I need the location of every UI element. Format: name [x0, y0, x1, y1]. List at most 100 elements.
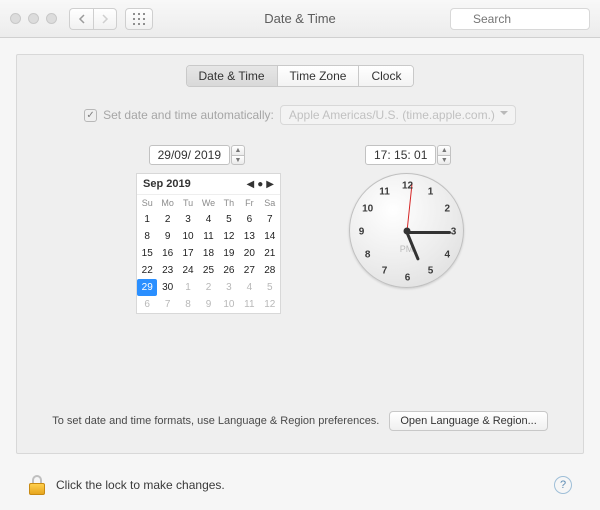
calendar-day[interactable]: 3 — [219, 279, 239, 296]
chevron-left-icon — [78, 14, 86, 24]
clock-number: 5 — [428, 266, 434, 277]
weekday-header: Th — [219, 195, 239, 211]
lock-icon[interactable] — [28, 475, 46, 495]
titlebar: Date & Time — [0, 0, 600, 38]
chevron-right-icon — [101, 14, 109, 24]
weekday-header: Mo — [157, 195, 177, 211]
calendar-prev-icon[interactable]: ◀ — [247, 179, 255, 190]
calendar-day[interactable]: 8 — [178, 296, 198, 313]
calendar-day[interactable]: 20 — [239, 245, 259, 262]
calendar-day[interactable]: 12 — [219, 228, 239, 245]
calendar-title: Sep 2019 — [143, 178, 191, 190]
calendar-day[interactable]: 9 — [157, 228, 177, 245]
show-all-button[interactable] — [125, 8, 153, 30]
weekday-header: Tu — [178, 195, 198, 211]
grid-icon — [133, 13, 145, 25]
date-field[interactable]: 29/09/ 2019 — [149, 145, 230, 165]
calendar-day[interactable]: 28 — [260, 262, 280, 279]
close-dot[interactable] — [10, 13, 21, 24]
calendar-day[interactable]: 5 — [219, 211, 239, 228]
tab-date-time[interactable]: Date & Time — [187, 66, 278, 86]
calendar-day[interactable]: 13 — [239, 228, 259, 245]
calendar[interactable]: Sep 2019 ◀ ● ▶ SuMoTuWeThFrSa12345678910… — [136, 173, 281, 314]
time-step-up[interactable]: ▲ — [437, 145, 451, 155]
calendar-day[interactable]: 30 — [157, 279, 177, 296]
back-button[interactable] — [69, 8, 93, 30]
calendar-day[interactable]: 16 — [157, 245, 177, 262]
search-input[interactable] — [450, 8, 590, 30]
calendar-day[interactable]: 11 — [239, 296, 259, 313]
calendar-day[interactable]: 7 — [260, 211, 280, 228]
preferences-panel: Date & TimeTime ZoneClock ✓ Set date and… — [16, 54, 584, 454]
calendar-day[interactable]: 29 — [137, 279, 157, 296]
calendar-day[interactable]: 8 — [137, 228, 157, 245]
calendar-day[interactable]: 10 — [219, 296, 239, 313]
tab-clock[interactable]: Clock — [359, 66, 413, 86]
content: Date & TimeTime ZoneClock ✓ Set date and… — [0, 38, 600, 510]
clock-number: 2 — [445, 203, 451, 214]
clock-number: 10 — [362, 203, 373, 214]
help-button[interactable]: ? — [554, 476, 572, 494]
calendar-grid: SuMoTuWeThFrSa12345678910111213141516171… — [137, 195, 280, 313]
calendar-day[interactable]: 1 — [178, 279, 198, 296]
time-stepper: 17: 15: 01 ▲ ▼ — [365, 145, 451, 165]
calendar-day[interactable]: 22 — [137, 262, 157, 279]
format-text: To set date and time formats, use Langua… — [52, 415, 379, 427]
lock-text: Click the lock to make changes. — [56, 478, 225, 492]
search-wrap — [450, 8, 590, 30]
calendar-day[interactable]: 4 — [239, 279, 259, 296]
clock-number: 1 — [428, 186, 434, 197]
date-step-up[interactable]: ▲ — [231, 145, 245, 155]
tabs-segmented: Date & TimeTime ZoneClock — [186, 65, 415, 87]
calendar-day[interactable]: 7 — [157, 296, 177, 313]
calendar-day[interactable]: 18 — [198, 245, 218, 262]
calendar-day[interactable]: 15 — [137, 245, 157, 262]
calendar-day[interactable]: 3 — [178, 211, 198, 228]
calendar-day[interactable]: 21 — [260, 245, 280, 262]
calendar-day[interactable]: 11 — [198, 228, 218, 245]
calendar-day[interactable]: 14 — [260, 228, 280, 245]
calendar-day[interactable]: 4 — [198, 211, 218, 228]
calendar-day[interactable]: 2 — [198, 279, 218, 296]
time-field[interactable]: 17: 15: 01 — [365, 145, 436, 165]
calendar-day[interactable]: 10 — [178, 228, 198, 245]
footer: Click the lock to make changes. ? — [16, 460, 584, 510]
window-controls — [10, 13, 57, 24]
calendar-day[interactable]: 5 — [260, 279, 280, 296]
date-step-down[interactable]: ▼ — [231, 155, 245, 165]
weekday-header: Sa — [260, 195, 280, 211]
clock-number: 6 — [405, 272, 411, 283]
calendar-day[interactable]: 1 — [137, 211, 157, 228]
calendar-day[interactable]: 17 — [178, 245, 198, 262]
calendar-day[interactable]: 26 — [219, 262, 239, 279]
clock-number: 11 — [379, 186, 390, 197]
calendar-day[interactable]: 9 — [198, 296, 218, 313]
calendar-day[interactable]: 25 — [198, 262, 218, 279]
open-language-region-button[interactable]: Open Language & Region... — [389, 411, 547, 431]
auto-set-checkbox[interactable]: ✓ — [84, 109, 97, 122]
calendar-next-icon[interactable]: ▶ — [266, 179, 274, 190]
calendar-day[interactable]: 27 — [239, 262, 259, 279]
calendar-day[interactable]: 6 — [239, 211, 259, 228]
clock-number: 3 — [451, 226, 457, 237]
calendar-day[interactable]: 24 — [178, 262, 198, 279]
forward-button[interactable] — [93, 8, 117, 30]
calendar-day[interactable]: 2 — [157, 211, 177, 228]
calendar-today-icon[interactable]: ● — [257, 179, 263, 190]
calendar-day[interactable]: 12 — [260, 296, 280, 313]
time-server-dropdown[interactable]: Apple Americas/U.S. (time.apple.com.) — [280, 105, 516, 125]
calendar-day[interactable]: 23 — [157, 262, 177, 279]
zoom-dot[interactable] — [46, 13, 57, 24]
format-row: To set date and time formats, use Langua… — [17, 411, 583, 431]
calendar-nav: ◀ ● ▶ — [247, 179, 274, 190]
tab-time-zone[interactable]: Time Zone — [278, 66, 360, 86]
minimize-dot[interactable] — [28, 13, 39, 24]
clock-number: 9 — [359, 226, 365, 237]
window-title: Date & Time — [264, 11, 336, 26]
calendar-day[interactable]: 19 — [219, 245, 239, 262]
time-step-down[interactable]: ▼ — [437, 155, 451, 165]
date-stepper: 29/09/ 2019 ▲ ▼ — [149, 145, 245, 165]
clock-number: 12 — [402, 180, 413, 191]
calendar-day[interactable]: 6 — [137, 296, 157, 313]
auto-set-label: Set date and time automatically: — [103, 108, 274, 122]
